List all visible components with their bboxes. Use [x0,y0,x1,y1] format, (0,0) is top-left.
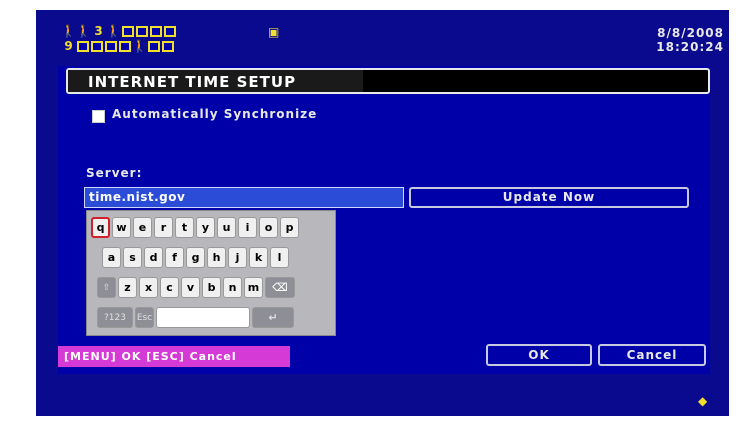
auto-sync-label: Automatically Synchronize [112,107,318,121]
key-o[interactable]: o [259,217,278,238]
menu-hint: [MENU] OK [ESC] Cancel [58,346,290,367]
channel-box-icon [105,40,117,52]
server-input[interactable]: time.nist.gov [84,187,404,208]
key-h[interactable]: h [207,247,226,268]
key-l[interactable]: l [270,247,289,268]
key-a[interactable]: a [102,247,121,268]
channel-box-icon [119,40,131,52]
key-q[interactable]: q [91,217,110,238]
key-x[interactable]: x [139,277,158,298]
channel-box-icon [136,25,148,37]
esc-key[interactable]: Esc [135,307,154,328]
page-title: INTERNET TIME SETUP [88,73,297,91]
keyboard-row-2: a s d f g h j k l [102,247,289,268]
key-u[interactable]: u [217,217,236,238]
key-e[interactable]: e [133,217,152,238]
channel-box-icon [162,40,174,52]
channel-box-icon [77,40,89,52]
person-icon: 🚶 [132,39,147,53]
key-b[interactable]: b [202,277,221,298]
channel-status-row-1: 🚶 🚶 3 🚶 [61,24,176,38]
key-w[interactable]: w [112,217,131,238]
channel-box-icon [122,25,134,37]
key-v[interactable]: v [181,277,200,298]
key-g[interactable]: g [186,247,205,268]
on-screen-keyboard: q w e r t y u i o p a s d f g h j k l ⇧ … [86,210,336,336]
keyboard-row-1: q w e r t y u i o p [91,217,299,238]
channel-number: 3 [94,24,103,38]
key-r[interactable]: r [154,217,173,238]
clock: 8/8/2008 18:20:24 [656,26,724,54]
title-bar: INTERNET TIME SETUP [66,68,710,94]
key-f[interactable]: f [165,247,184,268]
channel-box-icon [150,25,162,37]
space-key[interactable] [156,307,250,328]
key-k[interactable]: k [249,247,268,268]
ok-button[interactable]: OK [486,344,592,366]
key-z[interactable]: z [118,277,137,298]
symbols-mode-key[interactable]: ?123 [97,307,133,328]
cancel-button[interactable]: Cancel [598,344,706,366]
server-label: Server: [86,166,143,180]
key-t[interactable]: t [175,217,194,238]
channel-box-icon [148,40,160,52]
key-d[interactable]: d [144,247,163,268]
key-m[interactable]: m [244,277,263,298]
key-j[interactable]: j [228,247,247,268]
person-icon: 🚶 [61,24,76,38]
keyboard-row-4: ?123 Esc ↵ [97,307,294,328]
update-now-button[interactable]: Update Now [409,187,689,208]
key-n[interactable]: n [223,277,242,298]
shift-key-icon[interactable]: ⇧ [97,277,116,298]
key-i[interactable]: i [238,217,257,238]
backspace-key-icon[interactable]: ⌫ [265,277,295,298]
mouse-cursor-icon: ◆ [698,394,708,408]
person-icon: 🚶 [76,24,91,38]
channel-box-icon [164,25,176,37]
keyboard-row-3: ⇧ z x c v b n m ⌫ [97,277,295,298]
key-s[interactable]: s [123,247,142,268]
channel-number: 9 [64,39,73,53]
hdd-icon: ▣ [268,25,280,39]
key-c[interactable]: c [160,277,179,298]
clock-date: 8/8/2008 [657,26,724,40]
key-y[interactable]: y [196,217,215,238]
enter-key-icon[interactable]: ↵ [252,307,294,328]
auto-sync-checkbox[interactable] [92,110,105,123]
key-p[interactable]: p [280,217,299,238]
person-icon: 🚶 [106,24,121,38]
channel-status-row-2: 9 🚶 [62,39,174,53]
clock-time: 18:20:24 [656,40,724,54]
channel-box-icon [91,40,103,52]
